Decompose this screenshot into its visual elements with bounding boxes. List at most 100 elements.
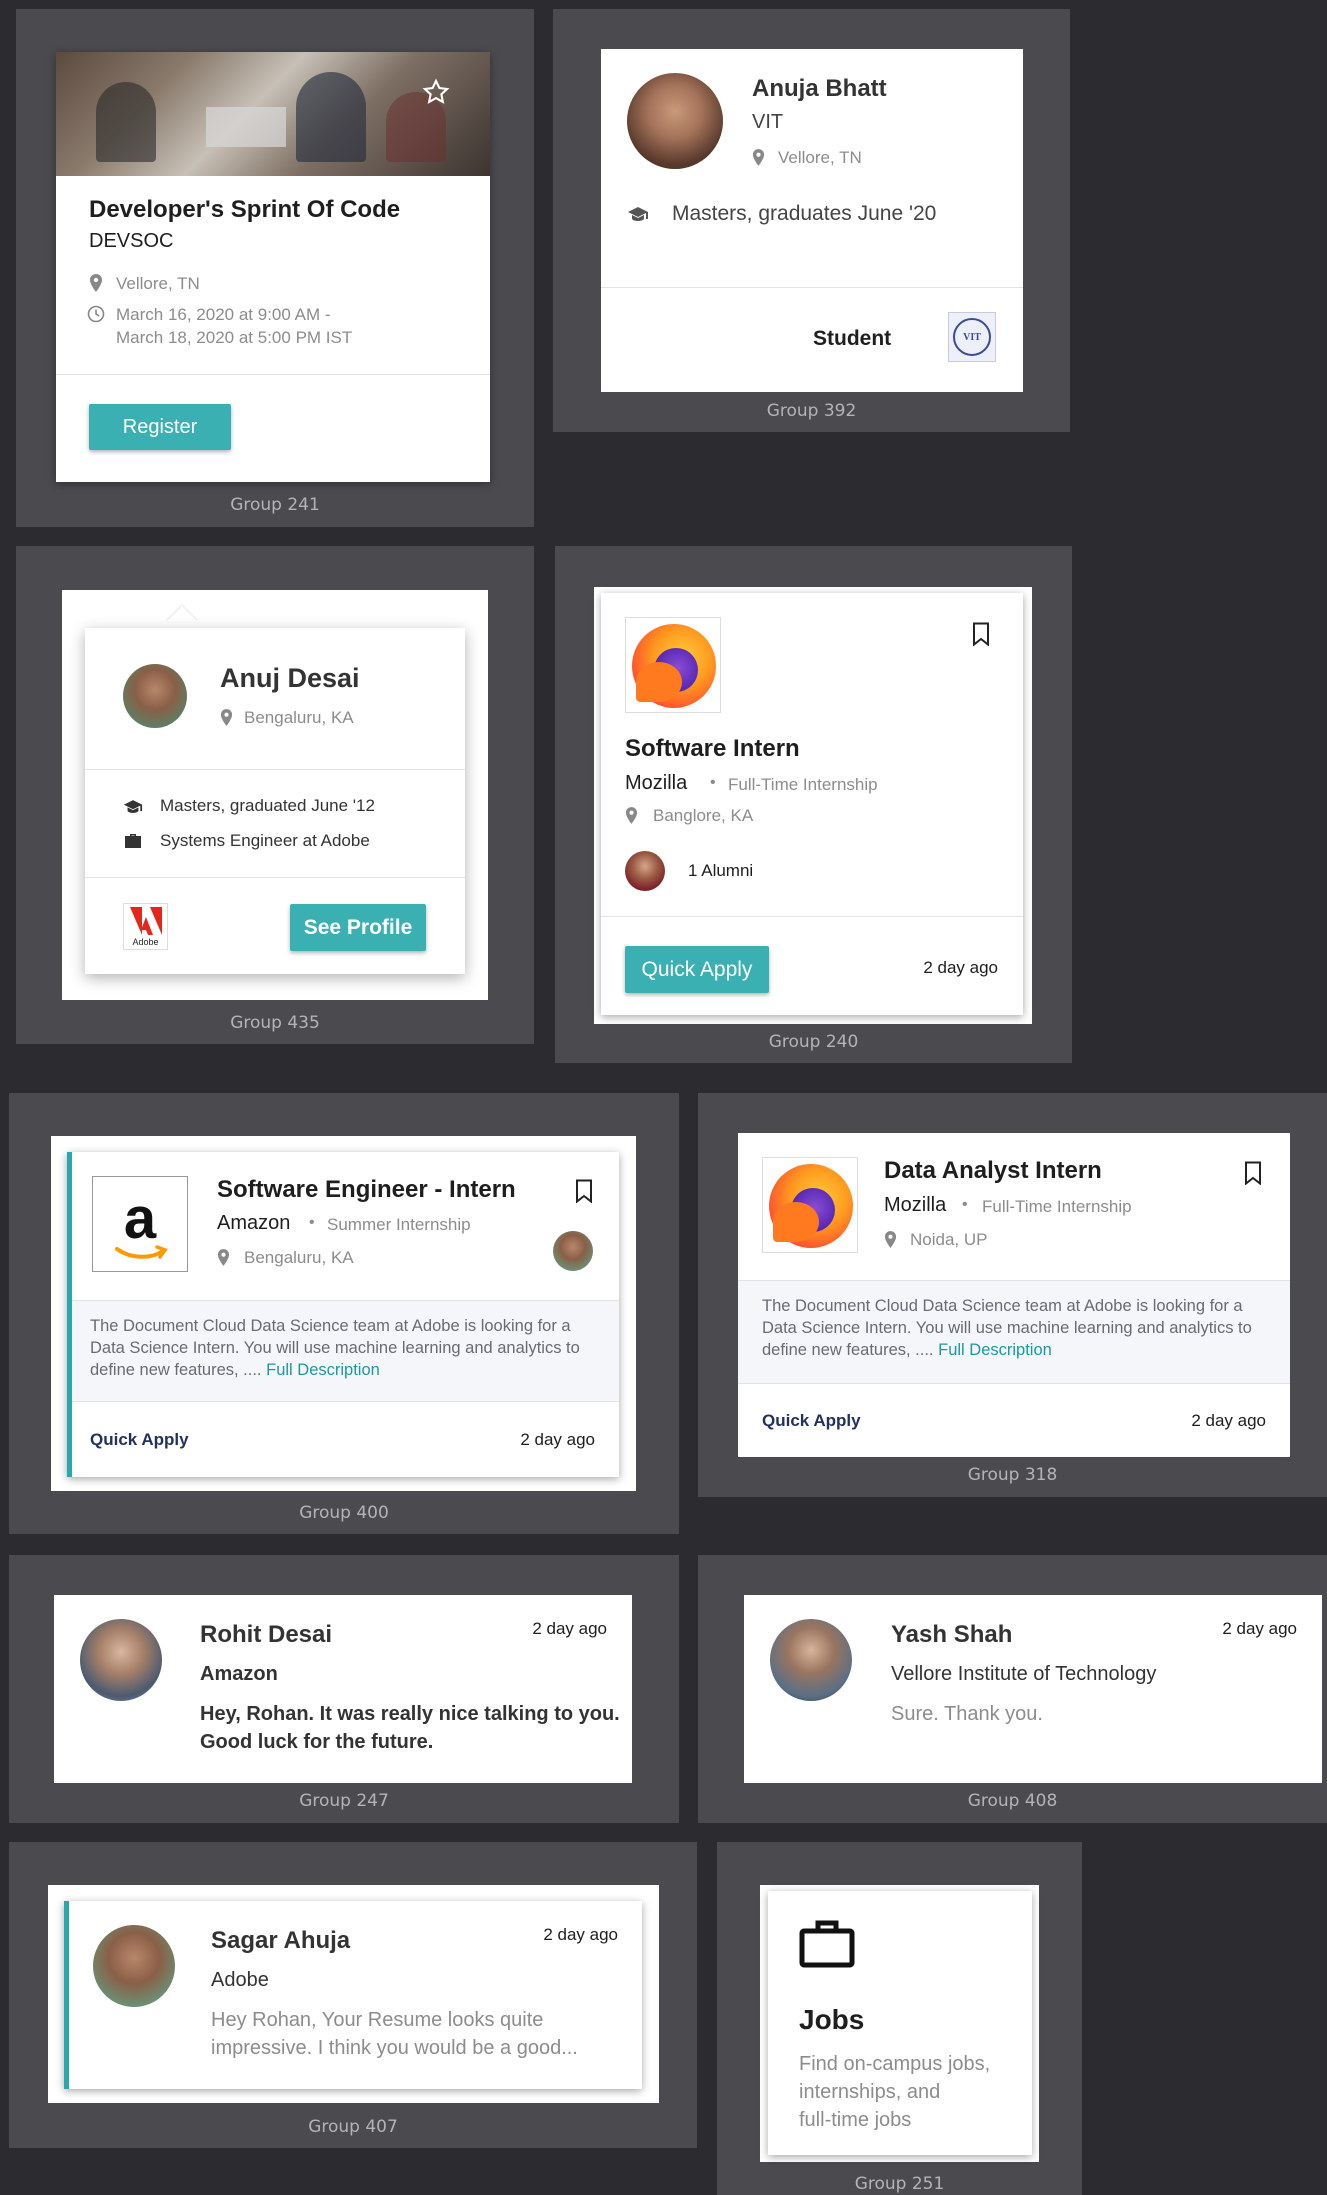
group-label: Group 241 [230, 495, 320, 515]
bookmark-icon[interactable] [575, 1179, 593, 1203]
sender-company: Adobe [211, 1969, 269, 1991]
profile-popover-card[interactable]: Anuj Desai Bengaluru, KA Masters, gradua… [85, 628, 465, 974]
student-school: VIT [752, 111, 784, 133]
popover-arrow [166, 606, 198, 622]
group-392: Anuja Bhatt VIT Vellore, TN Masters, gra… [553, 9, 1070, 432]
sender-name: Rohit Desai [200, 1621, 333, 1648]
event-card[interactable]: Developer's Sprint Of Code DEVSOC Vellor… [56, 52, 490, 482]
feature-description-line-1: Find on-campus jobs, [799, 2053, 991, 2075]
graduation-cap-icon [628, 207, 648, 221]
job-company: Amazon [217, 1212, 291, 1234]
full-description-link[interactable]: Full Description [266, 1361, 380, 1379]
group-label: Group 247 [299, 1791, 389, 1811]
message-card-frame: Sagar Ahuja 2 day ago Adobe Hey Rohan, Y… [48, 1885, 659, 2103]
job-type: Summer Internship [327, 1215, 471, 1234]
sender-school: Vellore Institute of Technology [891, 1663, 1157, 1685]
message-preview: Sure. Thank you. [891, 1703, 1043, 1725]
location-pin-icon [220, 709, 233, 726]
group-251: Jobs Find on-campus jobs, internships, a… [717, 1842, 1082, 2195]
event-location: Vellore, TN [116, 274, 200, 293]
job-company: Mozilla [625, 772, 688, 794]
sender-name: Sagar Ahuja [211, 1927, 351, 1954]
job-card-expanded[interactable]: Data Analyst Intern Mozilla • Full-Time … [738, 1133, 1290, 1457]
separator-dot: • [309, 1214, 315, 1231]
avatar [627, 73, 723, 169]
job-location: Bengaluru, KA [244, 1248, 354, 1267]
divider [85, 769, 465, 770]
briefcase-icon [125, 834, 141, 848]
message-card[interactable]: Sagar Ahuja 2 day ago Adobe Hey Rohan, Y… [64, 1901, 642, 2089]
location-pin-icon [217, 1249, 230, 1266]
vit-logo: VIT [948, 312, 996, 362]
message-time: 2 day ago [1222, 1619, 1297, 1638]
job-type: Full-Time Internship [728, 775, 878, 794]
alumni-count: 1 Alumni [688, 861, 754, 880]
group-label: Group 251 [854, 2174, 945, 2194]
group-label: Group 400 [299, 1503, 389, 1523]
group-241: Developer's Sprint Of Code DEVSOC Vellor… [16, 9, 534, 527]
recruiter-avatar [553, 1231, 593, 1271]
see-profile-button[interactable]: See Profile [290, 904, 426, 951]
student-role: Student [813, 327, 892, 350]
star-icon[interactable] [422, 78, 450, 106]
job-card-expanded[interactable]: a Software Engineer - Intern Amazon • Su… [67, 1152, 619, 1477]
job-title: Data Analyst Intern [884, 1157, 1102, 1184]
avatar [770, 1619, 852, 1701]
quick-apply-link[interactable]: Quick Apply [762, 1411, 861, 1431]
divider [601, 916, 1023, 917]
separator-dot: • [962, 1196, 968, 1213]
jobs-feature-card[interactable]: Jobs Find on-campus jobs, internships, a… [768, 1891, 1032, 2155]
full-description-link[interactable]: Full Description [938, 1341, 1052, 1359]
divider [56, 374, 490, 375]
firefox-logo [625, 617, 721, 713]
profile-popover-frame: Anuj Desai Bengaluru, KA Masters, gradua… [62, 590, 488, 1000]
location-pin-icon [752, 149, 765, 166]
event-date-start: March 16, 2020 at 9:00 AM - [116, 305, 331, 324]
student-profile-card[interactable]: Anuja Bhatt VIT Vellore, TN Masters, gra… [601, 49, 1023, 392]
posted-time: 2 day ago [1191, 1411, 1266, 1430]
job-company: Mozilla [884, 1194, 947, 1216]
group-318: Data Analyst Intern Mozilla • Full-Time … [698, 1093, 1327, 1497]
job-card[interactable]: Software Intern Mozilla • Full-Time Inte… [601, 593, 1023, 1015]
group-label: Group 240 [768, 1032, 859, 1052]
group-label: Group 392 [766, 401, 857, 421]
message-time: 2 day ago [532, 1619, 607, 1638]
job-title: Software Intern [625, 735, 800, 762]
job-location: Noida, UP [910, 1230, 988, 1249]
job-description: The Document Cloud Data Science team at … [762, 1297, 1252, 1359]
briefcase-icon [799, 1920, 855, 1968]
sender-name: Yash Shah [891, 1621, 1013, 1648]
divider [85, 877, 465, 878]
student-location: Vellore, TN [778, 148, 862, 167]
profile-location: Bengaluru, KA [244, 708, 354, 727]
bookmark-icon[interactable] [972, 622, 990, 646]
avatar [93, 1925, 175, 2007]
posted-time: 2 day ago [520, 1430, 595, 1449]
group-label: Group 408 [967, 1791, 1058, 1811]
job-card-frame: Software Intern Mozilla • Full-Time Inte… [594, 587, 1032, 1024]
group-label: Group 318 [967, 1465, 1058, 1485]
group-400: a Software Engineer - Intern Amazon • Su… [9, 1093, 679, 1534]
feature-title: Jobs [799, 2004, 865, 2035]
message-preview: Hey, Rohan. It was really nice talking t… [200, 1703, 620, 1753]
group-435: Anuj Desai Bengaluru, KA Masters, gradua… [16, 546, 534, 1044]
student-degree: Masters, graduates June '20 [672, 202, 937, 225]
posted-time: 2 day ago [923, 958, 998, 977]
quick-apply-button[interactable]: Quick Apply [625, 946, 769, 993]
quick-apply-link[interactable]: Quick Apply [90, 1430, 189, 1450]
profile-name: Anuj Desai [220, 663, 360, 693]
event-title: Developer's Sprint Of Code [89, 196, 401, 223]
feature-card-frame: Jobs Find on-campus jobs, internships, a… [760, 1885, 1039, 2162]
message-card[interactable]: Rohit Desai 2 day ago Amazon Hey, Rohan.… [54, 1595, 632, 1783]
sender-company: Amazon [200, 1663, 278, 1685]
profile-degree: Masters, graduated June '12 [160, 796, 375, 815]
location-pin-icon [90, 274, 102, 292]
feature-description-line-2: internships, and [799, 2081, 941, 2103]
job-title: Software Engineer - Intern [217, 1176, 516, 1203]
feature-description-line-3: full-time jobs [799, 2109, 912, 2131]
message-card[interactable]: Yash Shah 2 day ago Vellore Institute of… [744, 1595, 1322, 1783]
job-type: Full-Time Internship [982, 1197, 1132, 1216]
register-button[interactable]: Register [89, 404, 231, 450]
bookmark-icon[interactable] [1244, 1161, 1262, 1185]
event-org: DEVSOC [89, 230, 174, 252]
